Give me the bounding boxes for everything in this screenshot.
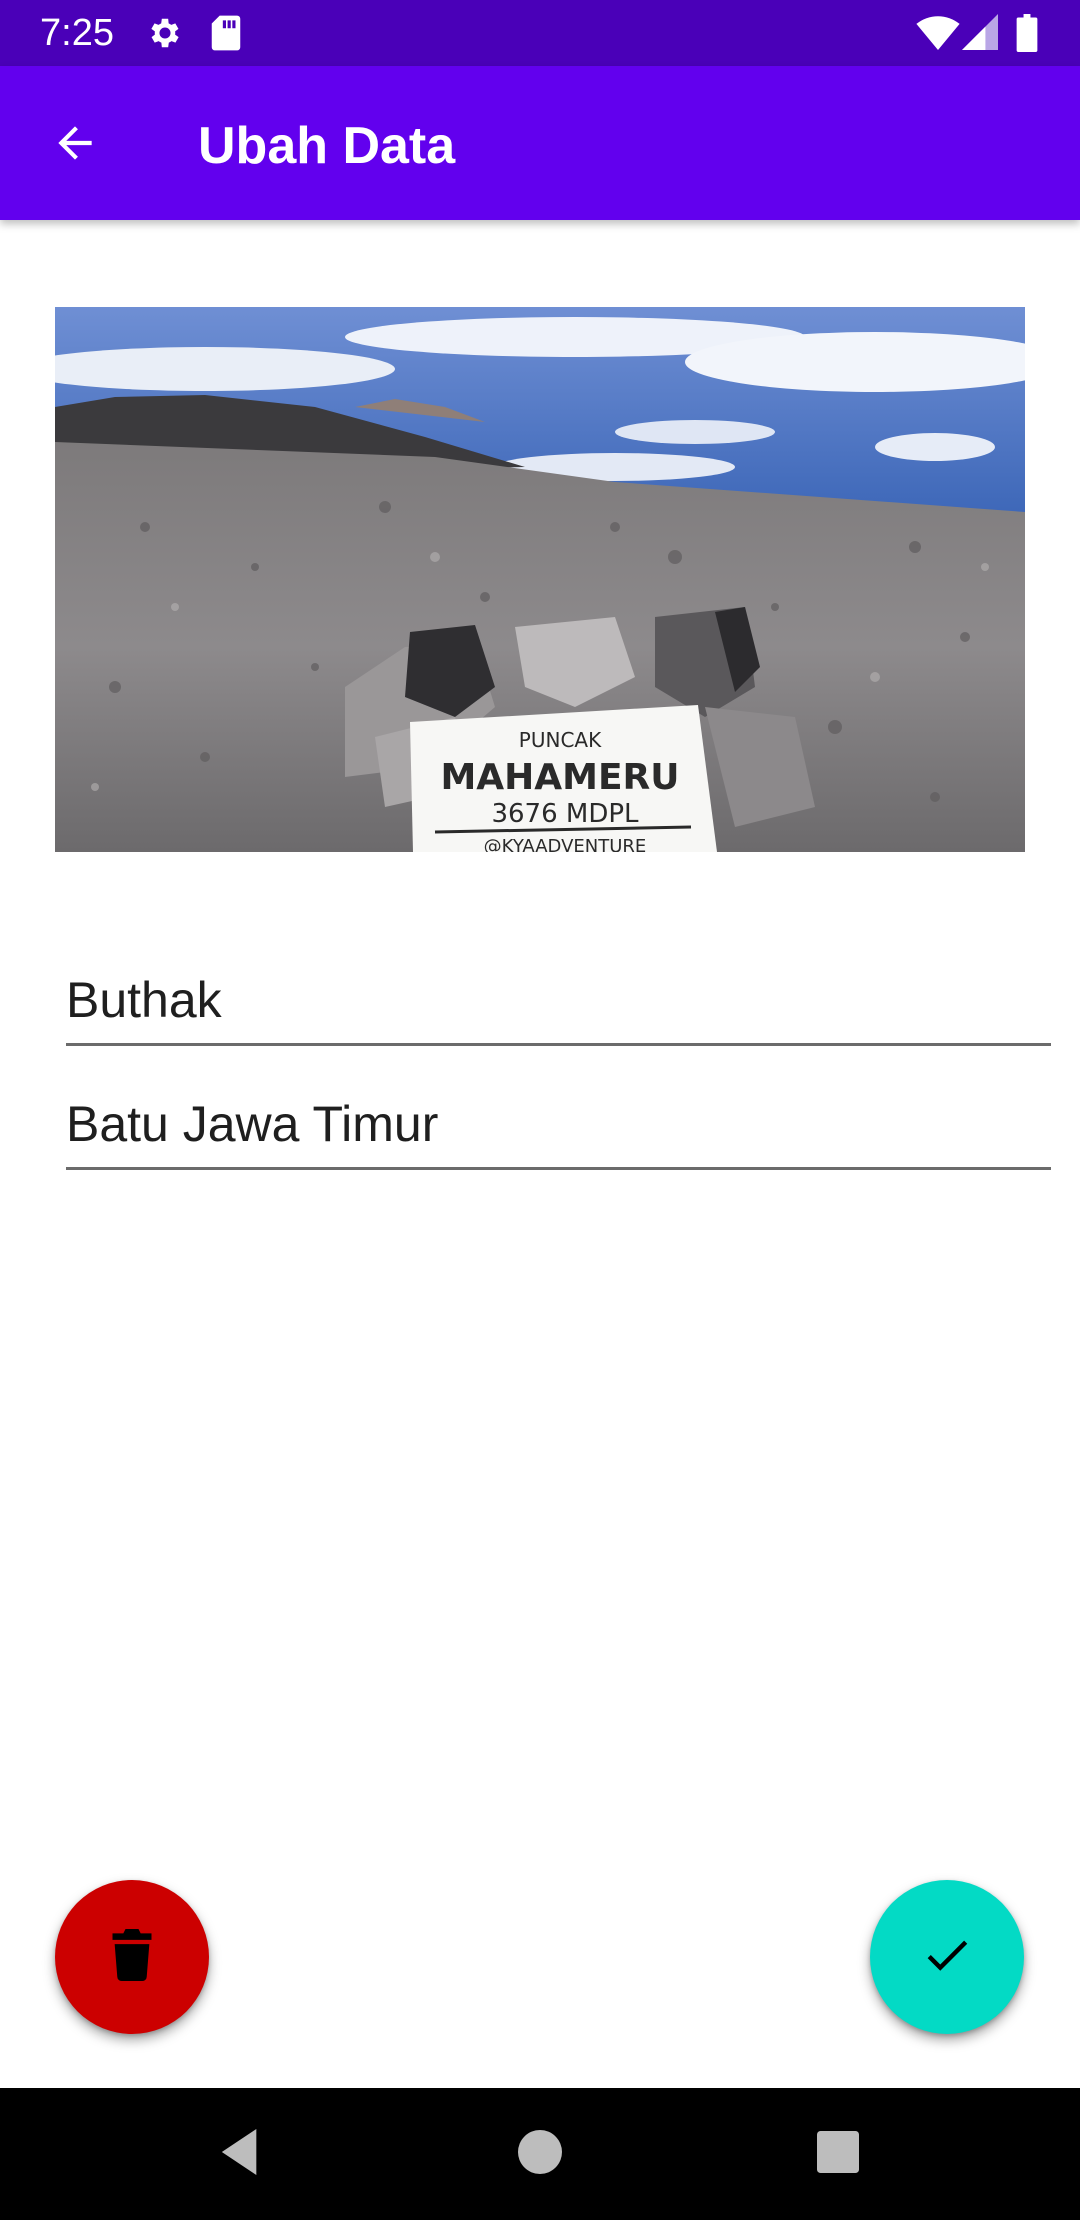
home-circle-icon: [518, 2129, 562, 2179]
sign-line-1: PUNCAK: [519, 728, 602, 752]
photo-image: PUNCAK MAHAMERU 3676 MDPL @KYAADVENTURE: [55, 307, 1025, 852]
nav-home-button[interactable]: [502, 2116, 578, 2192]
save-button[interactable]: [870, 1880, 1024, 2034]
recents-square-icon: [817, 2130, 859, 2178]
nav-back-button[interactable]: [203, 2116, 279, 2192]
check-icon: [920, 1928, 974, 1987]
delete-button[interactable]: [55, 1880, 209, 2034]
city-field[interactable]: [66, 1084, 1051, 1170]
destination-photo[interactable]: PUNCAK MAHAMERU 3676 MDPL @KYAADVENTURE: [55, 307, 1025, 852]
back-triangle-icon: [221, 2128, 261, 2180]
app-bar: Ubah Data: [0, 66, 1080, 220]
signal-icon: [962, 14, 998, 55]
sign-line-4: @KYAADVENTURE: [484, 836, 647, 852]
city-input[interactable]: [66, 1084, 1051, 1164]
status-time: 7:25: [40, 12, 114, 54]
gear-icon: [146, 14, 184, 57]
name-field[interactable]: [66, 960, 1051, 1046]
back-button[interactable]: [40, 110, 110, 180]
arrow-back-icon: [50, 118, 100, 173]
trash-icon: [110, 1928, 154, 1986]
sd-card-icon: [210, 14, 242, 57]
status-bar: 7:25: [0, 0, 1080, 66]
system-nav-bar: [0, 2088, 1080, 2220]
name-input[interactable]: [66, 960, 1051, 1040]
page-title: Ubah Data: [198, 117, 456, 175]
screen: 7:25 Ubah Data PUNCAK MAHAMERU 3676 MDPL…: [0, 0, 1080, 2220]
wifi-icon: [916, 14, 960, 55]
sign-line-3: 3676 MDPL: [491, 799, 639, 829]
sign-line-2: MAHAMERU: [440, 757, 679, 798]
battery-icon: [1016, 14, 1038, 57]
nav-recents-button[interactable]: [800, 2116, 876, 2192]
